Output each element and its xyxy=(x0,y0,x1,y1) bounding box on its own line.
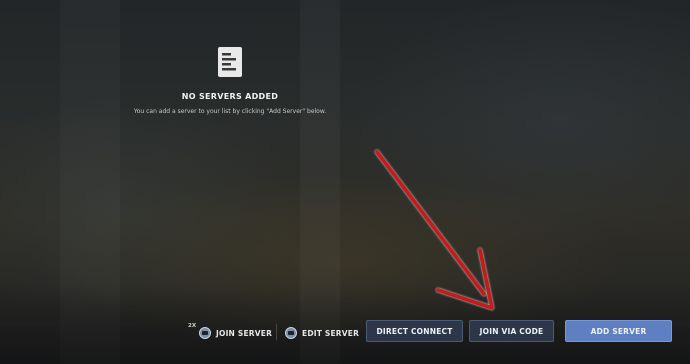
double-click-hint: 2X xyxy=(188,323,197,329)
edit-server-button[interactable]: EDIT SERVER xyxy=(285,326,359,340)
join-server-button[interactable]: JOIN SERVER xyxy=(199,326,272,340)
add-server-button[interactable]: ADD SERVER xyxy=(565,320,672,342)
direct-connect-button[interactable]: DIRECT CONNECT xyxy=(366,320,463,342)
annotation-arrow xyxy=(375,150,494,310)
server-toolbar: 2X JOIN SERVER EDIT SERVER DIRECT CONNEC… xyxy=(0,318,690,346)
join-server-label: JOIN SERVER xyxy=(216,328,273,338)
mouse-button-icon xyxy=(199,327,211,339)
toolbar-divider xyxy=(276,324,277,340)
mouse-button-icon xyxy=(285,327,297,339)
edit-server-label: EDIT SERVER xyxy=(302,328,360,338)
join-via-code-button[interactable]: JOIN VIA CODE xyxy=(469,320,554,342)
